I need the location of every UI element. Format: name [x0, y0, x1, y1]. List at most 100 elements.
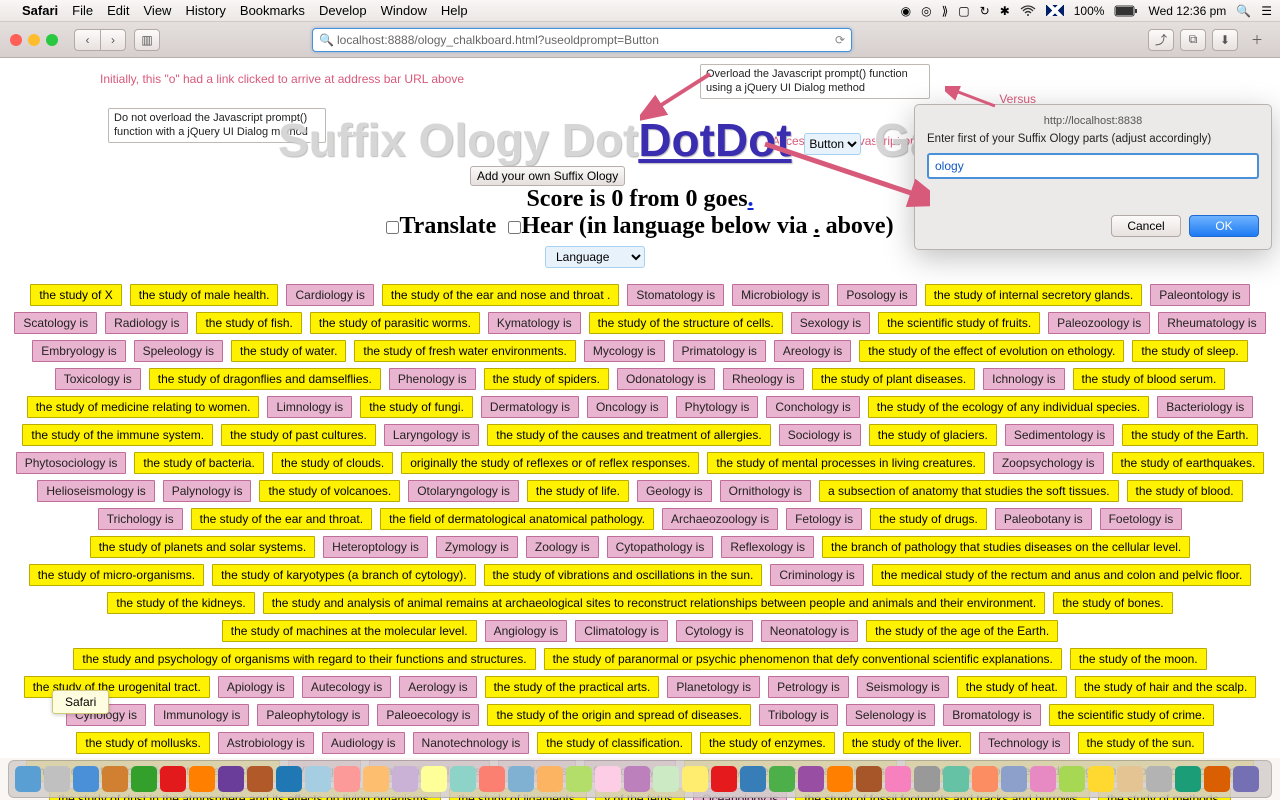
sidebar-button[interactable]: ▥: [134, 29, 160, 51]
definition-chip[interactable]: the study of water.: [231, 340, 346, 362]
dock-app-icon[interactable]: [189, 766, 215, 792]
definition-chip[interactable]: the study of the practical arts.: [485, 676, 660, 698]
dock-app-icon[interactable]: [392, 766, 418, 792]
menu-view[interactable]: View: [144, 3, 172, 18]
definition-chip[interactable]: the study of clouds.: [272, 452, 393, 474]
term-chip[interactable]: Dermatology is: [481, 396, 579, 418]
definition-chip[interactable]: the study of fungi.: [360, 396, 473, 418]
menu-develop[interactable]: Develop: [319, 3, 367, 18]
definition-chip[interactable]: the medical study of the rectum and anus…: [872, 564, 1252, 586]
term-chip[interactable]: Embryology is: [32, 340, 125, 362]
prompt-mode-select[interactable]: Button: [804, 133, 861, 155]
term-chip[interactable]: Sedimentology is: [1005, 424, 1114, 446]
menu-file[interactable]: File: [72, 3, 93, 18]
status-icon[interactable]: ⟫: [942, 4, 949, 18]
term-chip[interactable]: Mycology is: [584, 340, 665, 362]
term-chip[interactable]: Palynology is: [163, 480, 252, 502]
battery-pct[interactable]: 100%: [1074, 4, 1105, 18]
term-chip[interactable]: Aerology is: [399, 676, 476, 698]
definition-chip[interactable]: a subsection of anatomy that studies the…: [819, 480, 1119, 502]
definition-chip[interactable]: the study of bones.: [1053, 592, 1172, 614]
definition-chip[interactable]: the study of planets and solar systems.: [90, 536, 315, 558]
definition-chip[interactable]: the study of plant diseases.: [812, 368, 975, 390]
term-chip[interactable]: Astrobiology is: [218, 732, 314, 754]
add-suffix-button[interactable]: Add your own Suffix Ology: [470, 166, 625, 186]
term-chip[interactable]: Paleobotany is: [995, 508, 1092, 530]
definition-chip[interactable]: the study of the origin and spread of di…: [487, 704, 751, 726]
definition-chip[interactable]: the study of the ear and throat.: [191, 508, 372, 530]
minimize-window[interactable]: [28, 34, 40, 46]
menu-edit[interactable]: Edit: [107, 3, 129, 18]
dock-app-icon[interactable]: [798, 766, 824, 792]
term-chip[interactable]: Paleophytology is: [257, 704, 369, 726]
dock-app-icon[interactable]: [1030, 766, 1056, 792]
bluetooth-icon[interactable]: ✱: [1000, 4, 1010, 18]
term-chip[interactable]: Selenology is: [846, 704, 935, 726]
definition-chip[interactable]: the field of dermatological anatomical p…: [380, 508, 654, 530]
term-chip[interactable]: Limnology is: [267, 396, 352, 418]
dock-app-icon[interactable]: [1175, 766, 1201, 792]
term-chip[interactable]: Foetology is: [1100, 508, 1183, 530]
status-icon[interactable]: ◎: [921, 4, 931, 18]
definition-chip[interactable]: the study of blood serum.: [1073, 368, 1226, 390]
dock-app-icon[interactable]: [566, 766, 592, 792]
term-chip[interactable]: Apiology is: [218, 676, 294, 698]
dock-app-icon[interactable]: [943, 766, 969, 792]
term-chip[interactable]: Ornithology is: [720, 480, 811, 502]
dock-app-icon[interactable]: [711, 766, 737, 792]
zoom-window[interactable]: [46, 34, 58, 46]
menu-window[interactable]: Window: [381, 3, 427, 18]
definition-chip[interactable]: the study of the effect of evolution on …: [859, 340, 1124, 362]
term-chip[interactable]: Helioseismology is: [37, 480, 154, 502]
menubar-clock[interactable]: Wed 12:36 pm: [1148, 4, 1226, 18]
term-chip[interactable]: Areology is: [774, 340, 851, 362]
definition-chip[interactable]: the study of heat.: [957, 676, 1067, 698]
term-chip[interactable]: Seismology is: [857, 676, 949, 698]
term-chip[interactable]: Bacteriology is: [1157, 396, 1253, 418]
definition-chip[interactable]: the study of the liver.: [843, 732, 971, 754]
definition-chip[interactable]: the study of mental processes in living …: [707, 452, 984, 474]
battery-icon[interactable]: [1114, 4, 1138, 18]
dock-app-icon[interactable]: [334, 766, 360, 792]
dock-app-icon[interactable]: [740, 766, 766, 792]
dock-app-icon[interactable]: [1117, 766, 1143, 792]
dock-app-icon[interactable]: [44, 766, 70, 792]
term-chip[interactable]: Paleoecology is: [377, 704, 479, 726]
term-chip[interactable]: Oncology is: [587, 396, 668, 418]
term-chip[interactable]: Autecology is: [302, 676, 391, 698]
definition-chip[interactable]: the study of mollusks.: [76, 732, 209, 754]
term-chip[interactable]: Phytology is: [676, 396, 759, 418]
dock-app-icon[interactable]: [276, 766, 302, 792]
term-chip[interactable]: Planetology is: [667, 676, 760, 698]
menu-history[interactable]: History: [185, 3, 225, 18]
term-chip[interactable]: Phytosociology is: [16, 452, 127, 474]
term-chip[interactable]: Heteroptology is: [323, 536, 428, 558]
definition-chip[interactable]: the study of dragonflies and damselflies…: [149, 368, 381, 390]
term-chip[interactable]: Kymatology is: [488, 312, 581, 334]
term-chip[interactable]: Reflexology is: [721, 536, 814, 558]
dock-app-icon[interactable]: [682, 766, 708, 792]
definition-chip[interactable]: the study of the moon.: [1070, 648, 1207, 670]
term-chip[interactable]: Ichnology is: [983, 368, 1064, 390]
term-chip[interactable]: Odonatology is: [617, 368, 715, 390]
dock-app-icon[interactable]: [595, 766, 621, 792]
flag-icon[interactable]: [1046, 5, 1064, 16]
definition-chip[interactable]: the study of spiders.: [484, 368, 609, 390]
dock-app-icon[interactable]: [537, 766, 563, 792]
definition-chip[interactable]: the study of X: [30, 284, 121, 306]
translate-checkbox[interactable]: [386, 221, 399, 234]
term-chip[interactable]: Fetology is: [786, 508, 862, 530]
definition-chip[interactable]: the study of fresh water environments.: [354, 340, 575, 362]
term-chip[interactable]: Posology is: [837, 284, 916, 306]
definition-chip[interactable]: the study of the sun.: [1078, 732, 1204, 754]
definition-chip[interactable]: the study of the immune system.: [22, 424, 213, 446]
timemachine-icon[interactable]: ↻: [980, 4, 990, 18]
term-chip[interactable]: Paleozoology is: [1048, 312, 1150, 334]
dock-app-icon[interactable]: [827, 766, 853, 792]
menu-help[interactable]: Help: [441, 3, 468, 18]
definition-chip[interactable]: the study of the ecology of any individu…: [868, 396, 1150, 418]
term-chip[interactable]: Zoology is: [526, 536, 599, 558]
dock-app-icon[interactable]: [885, 766, 911, 792]
definition-chip[interactable]: the study of internal secretory glands.: [925, 284, 1142, 306]
definition-chip[interactable]: the study of classification.: [537, 732, 692, 754]
